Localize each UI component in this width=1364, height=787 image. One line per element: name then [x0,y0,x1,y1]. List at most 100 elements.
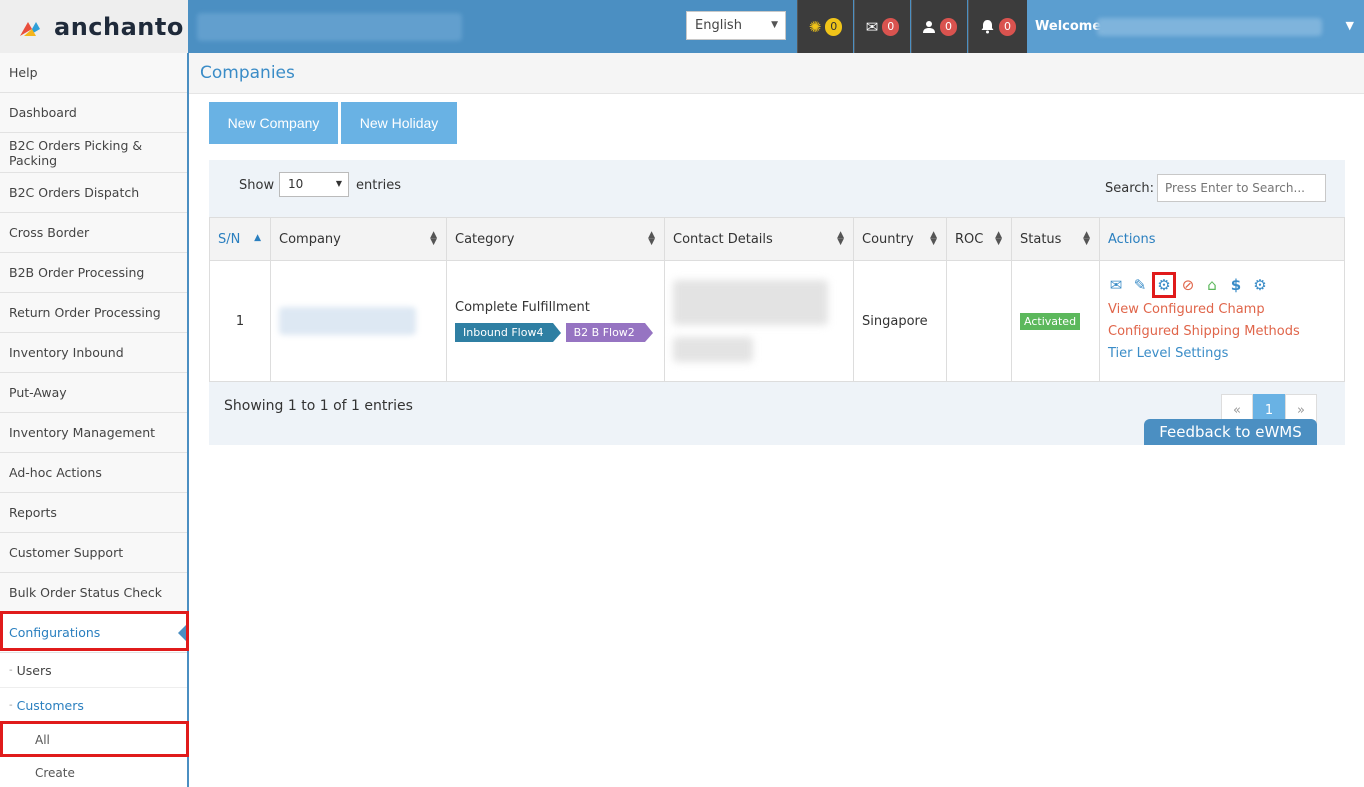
column-header-contact[interactable]: Contact Details ▲ ▼ [664,217,854,261]
page-title: Companies [200,63,295,83]
cell-company [270,260,447,382]
sidebar-subitem-label: Customers [16,697,84,713]
sidebar-item-put-away[interactable]: Put-Away [0,373,187,413]
sort-icon: ▲ ▼ [930,230,937,247]
sidebar-item-b2c-dispatch[interactable]: B2C Orders Dispatch [0,173,187,213]
column-header-actions: Actions [1099,217,1345,261]
alerts-count-badge: 0 [999,17,1016,36]
sort-asc-icon: ▲ [254,233,261,243]
table-info: Showing 1 to 1 of 1 entries [224,398,413,414]
companies-table: S/N ▲ Company ▲ ▼ Category ▲ ▼ Contact Detail… [209,217,1345,382]
sidebar-item-reports[interactable]: Reports [0,493,187,533]
table-row: 1 Complete Fulfillment Inbound Flow4 B2 … [209,260,1345,382]
cell-sn: 1 [209,260,271,382]
cell-roc [946,260,1012,382]
sidebar-item-bulk-order-status[interactable]: Bulk Order Status Check [0,573,187,613]
sidebar-subitem-all[interactable]: All [0,723,187,756]
configured-shipping-methods-link[interactable]: Configured Shipping Methods [1108,324,1336,339]
entries-value: 10 [288,177,304,191]
sidebar-item-cross-border[interactable]: Cross Border [0,213,187,253]
alerts-notification[interactable]: 0 [968,0,1027,53]
column-header-country[interactable]: Country ▲ ▼ [853,217,947,261]
sidebar-subitem-customers[interactable]: - Customers [0,688,187,723]
sidebar-item-help[interactable]: Help [0,53,187,93]
chevron-down-icon: ▼ [335,179,342,188]
chevron-down-icon: ▼ [771,20,778,30]
sidebar-subitem-create[interactable]: Create [0,756,187,787]
search-label: Search: [1105,181,1155,196]
envelope-icon[interactable]: ✉ [1108,276,1124,294]
sidebar: Help Dashboard B2C Orders Picking & Pack… [0,53,189,787]
user-icon [923,20,935,33]
tier-level-settings-link[interactable]: Tier Level Settings [1108,346,1336,361]
column-header-category[interactable]: Category ▲ ▼ [446,217,665,261]
sidebar-item-return-order[interactable]: Return Order Processing [0,293,187,333]
sidebar-item-dashboard[interactable]: Dashboard [0,93,187,133]
view-configured-champ-link[interactable]: View Configured Champ [1108,302,1336,317]
redacted-contact [673,280,828,325]
cell-category: Complete Fulfillment Inbound Flow4 B2 B … [446,260,665,382]
chevron-down-icon: ▼ [1345,19,1354,32]
pencil-icon[interactable]: ✎ [1132,276,1148,294]
dollar-icon[interactable]: $ [1228,276,1244,294]
sidebar-item-b2b-order[interactable]: B2B Order Processing [0,253,187,293]
bell-icon [981,20,994,34]
column-label: Status [1020,231,1062,247]
search-input[interactable] [1157,174,1326,202]
column-label: Company [279,231,341,247]
new-company-button[interactable]: New Company [209,102,338,144]
cell-country: Singapore [853,260,947,382]
redacted-header-info [197,13,462,41]
gear-icon[interactable]: ⚙ [1152,272,1176,298]
sidebar-item-adhoc-actions[interactable]: Ad-hoc Actions [0,453,187,493]
cog-icon[interactable]: ⚙ [1252,276,1268,294]
category-text: Complete Fulfillment [455,300,590,315]
language-select[interactable]: English ▼ [686,11,786,40]
ban-icon[interactable]: ⊘ [1180,276,1196,294]
cell-status: Activated [1011,260,1100,382]
sidebar-item-inventory-inbound[interactable]: Inventory Inbound [0,333,187,373]
sidebar-item-b2c-picking[interactable]: B2C Orders Picking & Packing [0,133,187,173]
entries-per-page-select[interactable]: 10 ▼ [279,172,349,197]
users-count-badge: 0 [940,17,957,36]
flow-tag-inbound: Inbound Flow4 [455,323,562,342]
sort-icon: ▲ ▼ [995,230,1002,247]
messages-notification[interactable]: ✉ 0 [854,0,910,53]
users-notification[interactable]: 0 [911,0,967,53]
active-indicator [178,623,188,643]
home-icon[interactable]: ⌂ [1204,276,1220,294]
welcome-text: Welcome, [1035,19,1107,34]
messages-count-badge: 0 [882,17,900,36]
dash-icon: - [9,664,13,676]
sidebar-item-inventory-management[interactable]: Inventory Management [0,413,187,453]
dash-icon: - [9,699,13,711]
companies-table-panel: Show 10 ▼ entries Search: S/N ▲ Company ▲▼… [209,160,1345,445]
spinner-icon: ✺ [808,17,822,36]
sidebar-item-label: Configurations [9,625,101,640]
logo-text: anchanto [54,12,184,41]
redacted-contact [673,337,753,362]
tasks-count-badge: 0 [825,17,843,36]
column-label: S/N [218,231,241,247]
flow-tag-b2b: B2 B Flow2 [565,323,654,342]
redacted-username [1097,18,1322,36]
sort-icon: ▲ ▼ [837,230,844,247]
sidebar-item-customer-support[interactable]: Customer Support [0,533,187,573]
column-header-status[interactable]: Status ▲ ▼ [1011,217,1100,261]
sort-icon: ▲ ▼ [430,230,437,247]
tasks-notification[interactable]: ✺ 0 [797,0,853,53]
column-header-roc[interactable]: ROC ▲ ▼ [946,217,1012,261]
column-header-company[interactable]: Company ▲ ▼ [270,217,447,261]
column-label: Actions [1108,231,1156,247]
sidebar-item-configurations[interactable]: Configurations [0,613,188,653]
sidebar-subitem-users[interactable]: - Users [0,653,187,688]
new-holiday-button[interactable]: New Holiday [341,102,457,144]
column-label: ROC [955,231,984,247]
logo[interactable]: anchanto [0,0,188,53]
column-label: Contact Details [673,231,773,247]
feedback-button[interactable]: Feedback to eWMS [1144,419,1317,445]
cell-contact [664,260,854,382]
sort-icon: ▲ ▼ [1083,230,1090,247]
column-header-sn[interactable]: S/N ▲ [209,217,271,261]
user-menu[interactable]: Welcome, ▼ [1027,0,1364,53]
